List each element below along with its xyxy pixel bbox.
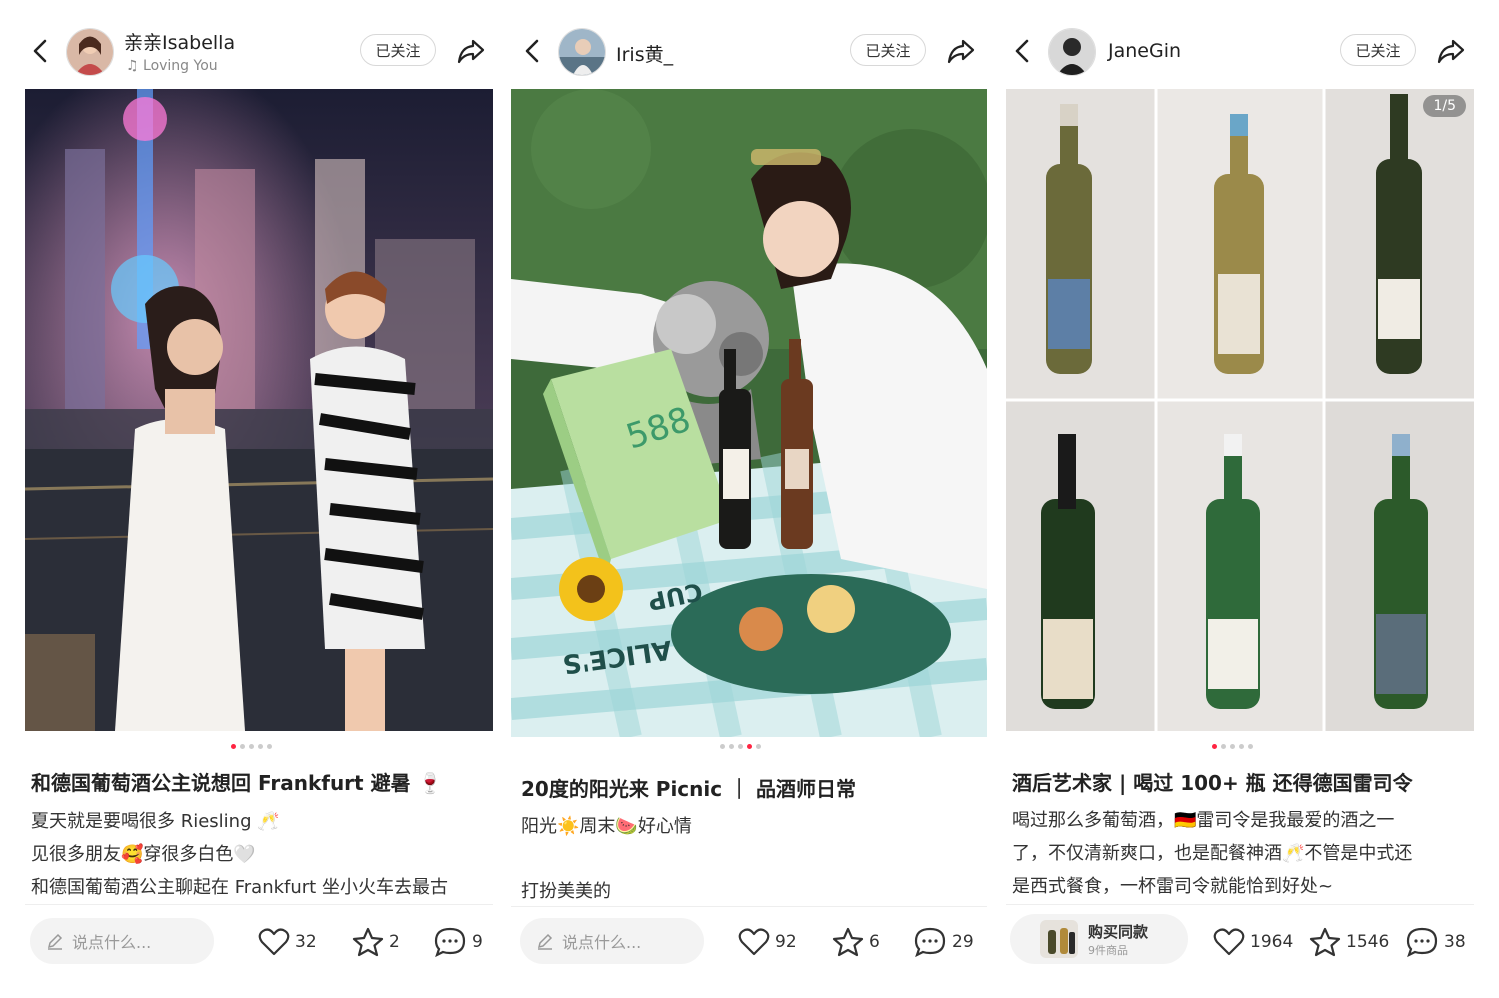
music-title: Loving You bbox=[143, 58, 218, 74]
carousel-dot bbox=[738, 744, 743, 749]
post-desc-line: 和德国葡萄酒公主聊起在 Frankfurt 坐小火车去最古 bbox=[31, 877, 448, 898]
username[interactable]: 亲亲Isabella bbox=[124, 28, 235, 55]
post-header: JaneGin 已关注 bbox=[998, 18, 1499, 84]
back-arrow-icon[interactable] bbox=[30, 38, 52, 64]
pencil-icon bbox=[47, 933, 63, 950]
carousel-dot bbox=[747, 744, 752, 749]
post-photo[interactable]: 588 ALICE'S CUP bbox=[511, 89, 987, 737]
divider bbox=[25, 904, 493, 905]
carousel-dot bbox=[1239, 744, 1244, 749]
buy-text: 购买同款 9件商品 bbox=[1088, 921, 1148, 958]
avatar[interactable] bbox=[558, 28, 606, 76]
carousel-dots bbox=[1212, 744, 1253, 749]
like-button[interactable]: 32 bbox=[258, 922, 317, 962]
carousel-dot bbox=[258, 744, 263, 749]
heart-icon bbox=[258, 928, 290, 956]
post-photo[interactable] bbox=[25, 89, 493, 731]
carousel-dot bbox=[240, 744, 245, 749]
follow-button[interactable]: 已关注 bbox=[1340, 34, 1416, 66]
carousel-dot bbox=[1212, 744, 1217, 749]
post-title: 20度的阳光来 Picnic ｜ 品酒师日常 bbox=[521, 777, 857, 801]
music-info[interactable]: ♫ Loving You bbox=[126, 58, 218, 74]
buy-count: 9件商品 bbox=[1088, 943, 1128, 957]
image-counter: 1/5 bbox=[1423, 95, 1466, 117]
like-button[interactable]: 92 bbox=[738, 922, 797, 962]
post-desc-line: 阳光☀️周末🍉好心情 bbox=[521, 816, 692, 837]
comment-button[interactable]: 29 bbox=[913, 922, 974, 962]
share-icon[interactable] bbox=[456, 36, 486, 66]
carousel-dot bbox=[756, 744, 761, 749]
post-desc-line: 打扮美美的 bbox=[521, 881, 611, 902]
carousel-dot bbox=[1221, 744, 1226, 749]
avatar[interactable] bbox=[1048, 28, 1096, 76]
divider bbox=[511, 906, 987, 907]
post-desc-line: 是西式餐食，一杯雷司令就能恰到好处~ bbox=[1012, 876, 1334, 897]
divider bbox=[1006, 904, 1474, 905]
pencil-icon bbox=[537, 933, 553, 950]
carousel-dots bbox=[720, 744, 761, 749]
share-icon[interactable] bbox=[1436, 36, 1466, 66]
post-panel-2: Iris黄_ 已关注 588 ALICE'S CUP 20度的阳光来 Picni… bbox=[500, 0, 998, 998]
post-desc-line: 了，不仅清新爽口，也是配餐神酒🥂不管是中式还 bbox=[1012, 843, 1413, 864]
post-panel-1: 亲亲Isabella ♫ Loving You 已关注 和德国葡萄酒公主说想回 … bbox=[0, 0, 500, 998]
back-arrow-icon[interactable] bbox=[522, 38, 544, 64]
carousel-dot bbox=[729, 744, 734, 749]
comment-placeholder: 说点什么... bbox=[562, 933, 642, 952]
comment-bubble-icon bbox=[434, 927, 466, 958]
post-photo[interactable]: 1/5 bbox=[1006, 89, 1474, 731]
follow-button[interactable]: 已关注 bbox=[360, 34, 436, 66]
comment-count: 29 bbox=[952, 932, 974, 952]
comment-bubble-icon bbox=[914, 927, 946, 958]
comment-button[interactable]: 9 bbox=[433, 922, 483, 962]
post-title: 和德国葡萄酒公主说想回 Frankfurt 避暑 🍷 bbox=[31, 771, 443, 795]
post-desc-line: 夏天就是要喝很多 Riesling 🥂 bbox=[31, 811, 280, 832]
comment-input[interactable]: 说点什么... bbox=[30, 918, 214, 964]
like-count: 1964 bbox=[1250, 932, 1294, 952]
comment-button[interactable]: 38 bbox=[1405, 922, 1466, 962]
collect-button[interactable]: 6 bbox=[832, 922, 880, 962]
heart-icon bbox=[1213, 928, 1245, 956]
buy-label: 购买同款 bbox=[1088, 922, 1149, 941]
post-desc-line: 喝过那么多葡萄酒，🇩🇪雷司令是我最爱的酒之一 bbox=[1012, 810, 1395, 831]
collect-button[interactable]: 2 bbox=[352, 922, 400, 962]
star-icon bbox=[352, 927, 384, 957]
collect-count: 1546 bbox=[1346, 932, 1390, 952]
comment-input[interactable]: 说点什么... bbox=[520, 918, 704, 964]
carousel-dot bbox=[249, 744, 254, 749]
comment-placeholder: 说点什么... bbox=[72, 933, 152, 952]
post-desc-line: 见很多朋友🥰穿很多白色🤍 bbox=[31, 844, 256, 865]
post-header: 亲亲Isabella ♫ Loving You 已关注 bbox=[0, 18, 500, 84]
username[interactable]: JaneGin bbox=[1108, 40, 1181, 62]
carousel-dot bbox=[1248, 744, 1253, 749]
carousel-dot bbox=[1230, 744, 1235, 749]
post-panel-3: JaneGin 已关注 1/5 酒后艺术家 | 喝过 100+ 瓶 还得德国雷司… bbox=[998, 0, 1499, 998]
like-count: 92 bbox=[775, 932, 797, 952]
collect-count: 2 bbox=[389, 932, 400, 952]
carousel-dot bbox=[231, 744, 236, 749]
star-icon bbox=[832, 927, 864, 957]
star-icon bbox=[1309, 927, 1341, 957]
product-thumbnail bbox=[1040, 920, 1078, 958]
comment-count: 9 bbox=[472, 932, 483, 952]
carousel-dot bbox=[267, 744, 272, 749]
collect-button[interactable]: 1546 bbox=[1309, 922, 1389, 962]
carousel-dot bbox=[720, 744, 725, 749]
post-header: Iris黄_ 已关注 bbox=[500, 18, 998, 84]
like-button[interactable]: 1964 bbox=[1213, 922, 1293, 962]
post-title: 酒后艺术家 | 喝过 100+ 瓶 还得德国雷司令 bbox=[1012, 771, 1413, 795]
follow-button[interactable]: 已关注 bbox=[850, 34, 926, 66]
carousel-dots bbox=[231, 744, 272, 749]
heart-icon bbox=[738, 928, 770, 956]
like-count: 32 bbox=[295, 932, 317, 952]
share-icon[interactable] bbox=[946, 36, 976, 66]
back-arrow-icon[interactable] bbox=[1012, 38, 1034, 64]
username[interactable]: Iris黄_ bbox=[616, 40, 673, 67]
buy-same-button[interactable]: 购买同款 9件商品 bbox=[1010, 914, 1188, 964]
comment-bubble-icon bbox=[1406, 927, 1438, 958]
avatar[interactable] bbox=[66, 28, 114, 76]
collect-count: 6 bbox=[869, 932, 880, 952]
comment-count: 38 bbox=[1444, 932, 1466, 952]
